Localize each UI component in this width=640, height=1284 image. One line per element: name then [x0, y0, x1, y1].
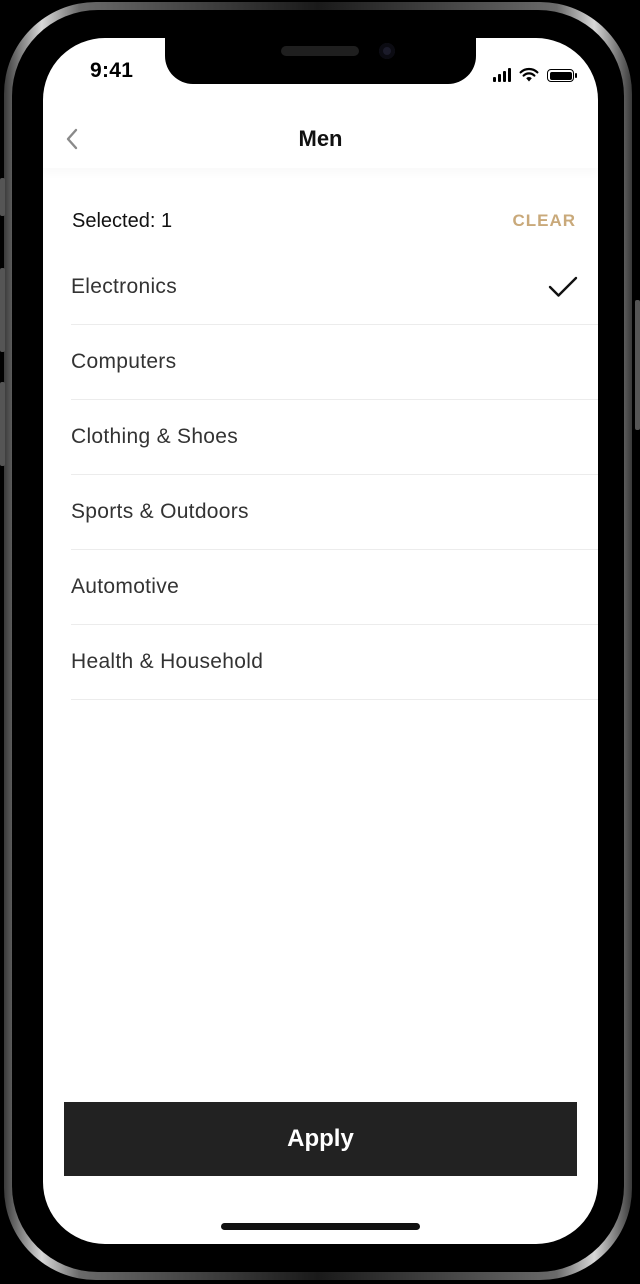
mute-switch: [0, 178, 5, 216]
volume-down-button: [0, 382, 5, 466]
status-time: 9:41: [90, 59, 134, 82]
list-item-automotive[interactable]: Automotive: [71, 550, 598, 625]
page-title: Men: [298, 126, 343, 151]
navigation-bar: Men: [43, 108, 598, 168]
volume-up-button: [0, 268, 5, 352]
speaker-grille: [281, 46, 359, 56]
status-icons: [493, 62, 577, 82]
list-item-label: Health & Household: [71, 650, 264, 673]
selection-summary: Selected: 1 CLEAR: [72, 206, 576, 236]
home-indicator: [221, 1223, 420, 1230]
clear-button[interactable]: CLEAR: [512, 211, 576, 231]
list-item-sports-outdoors[interactable]: Sports & Outdoors: [71, 475, 598, 550]
category-list: Electronics Computers Clothing & Shoes S…: [71, 250, 598, 700]
app-screen: 9:41 Men Selected: 1 CLEAR Electronics C…: [43, 38, 598, 1244]
list-item-clothing-shoes[interactable]: Clothing & Shoes: [71, 400, 598, 475]
wifi-icon: [519, 67, 539, 82]
list-item-label: Computers: [71, 350, 177, 373]
list-item-label: Clothing & Shoes: [71, 425, 239, 448]
notch: [165, 38, 476, 84]
list-item-electronics[interactable]: Electronics: [71, 250, 598, 325]
front-camera: [379, 43, 395, 59]
list-item-health-household[interactable]: Health & Household: [71, 625, 598, 700]
list-item-computers[interactable]: Computers: [71, 325, 598, 400]
apply-button[interactable]: Apply: [64, 1102, 577, 1176]
battery-icon: [547, 69, 577, 82]
list-item-label: Automotive: [71, 575, 180, 598]
list-item-label: Electronics: [71, 275, 178, 298]
list-item-label: Sports & Outdoors: [71, 500, 249, 523]
selected-count: Selected: 1: [72, 209, 173, 232]
checkmark-icon: [548, 276, 578, 297]
signal-icon: [493, 68, 511, 82]
power-button: [635, 300, 640, 430]
